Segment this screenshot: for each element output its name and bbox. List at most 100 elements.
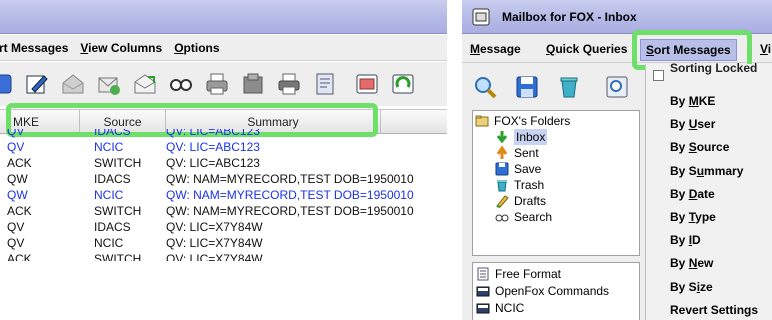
save-icon[interactable]	[514, 74, 540, 100]
folder-trash[interactable]: Trash	[495, 177, 544, 193]
menu-view[interactable]: Vi	[760, 42, 771, 56]
message-table: QV IDACS QV: LIC=ABC123 QV NCIC QV: LIC=ABC12…	[0, 129, 447, 261]
table-row[interactable]: ACK SWITCH QW: NAM=MYRECORD,TEST DOB=19500…	[0, 203, 447, 219]
menu-options[interactable]: Options	[174, 41, 219, 55]
sort-option[interactable]: By ID	[670, 233, 701, 247]
sort-option[interactable]: By Summary	[670, 164, 743, 178]
cell-mke: QW	[7, 172, 28, 186]
cell-source: IDACS	[94, 172, 131, 186]
sort-option[interactable]: By Type	[670, 210, 716, 224]
forms-item[interactable]: OpenFox Commands	[476, 283, 609, 299]
cell-mke: QV	[7, 236, 25, 250]
open-envelope-icon[interactable]	[132, 71, 158, 97]
cell-summary: QW: NAM=MYRECORD,TEST DOB=1950010	[166, 204, 414, 218]
table-row[interactable]: QV IDACS QV: LIC=X7Y84W	[0, 219, 447, 235]
sort-option[interactable]: By User	[670, 117, 715, 131]
compose-icon[interactable]	[24, 71, 50, 97]
forms-item-label: Free Format	[495, 267, 562, 281]
window-title-bar	[0, 0, 447, 34]
folder-search[interactable]: Search	[495, 209, 552, 225]
forward-icon[interactable]	[96, 71, 122, 97]
sort-option[interactable]: By MKE	[670, 94, 715, 108]
search-glasses-icon	[495, 214, 509, 222]
search-icon[interactable]	[472, 74, 498, 100]
cell-summary: QV: LIC=X7Y84W	[166, 220, 263, 234]
cell-summary: QV: LIC=X7Y84W	[166, 252, 263, 261]
menu-item-sorting-locked[interactable]: Sorting Locked	[670, 61, 757, 75]
notes-icon[interactable]	[312, 71, 338, 97]
folder-label: Inbox	[514, 129, 548, 145]
cell-source: SWITCH	[94, 204, 142, 218]
export-icon[interactable]	[240, 71, 266, 97]
table-row[interactable]: ACK SWITCH QV: LIC=ABC123	[0, 155, 447, 171]
cell-mke: QV	[7, 129, 25, 138]
menu-sort-messages[interactable]: rt Messages	[0, 41, 68, 55]
table-row[interactable]: QV NCIC QV: LIC=X7Y84W	[0, 235, 447, 251]
menu-message[interactable]: Message	[470, 42, 521, 56]
sorting-locked-checkbox[interactable]	[653, 70, 664, 81]
table-row[interactable]: QW NCIC QW: NAM=MYRECORD,TEST DOB=1950010	[0, 187, 447, 203]
folder-open-icon	[475, 115, 489, 127]
menu-quick-queries[interactable]: Quick Queries	[546, 42, 627, 56]
menu-bar: rt Messages View Columns Options	[0, 35, 447, 61]
forms-item-label: OpenFox Commands	[495, 284, 610, 298]
refresh-icon[interactable]	[390, 71, 416, 97]
sort-option[interactable]: Revert Settings	[670, 303, 758, 317]
cell-source: NCIC	[94, 188, 124, 202]
reply-icon[interactable]	[60, 71, 86, 97]
find-icon[interactable]	[604, 74, 630, 100]
trash-icon	[497, 180, 507, 192]
mailbox-window: Mailbox for FOX - Inbox Message Quick Qu…	[462, 0, 772, 320]
glasses-icon[interactable]	[168, 71, 194, 97]
open-message-icon[interactable]	[0, 71, 14, 97]
cell-summary: QW: NAM=MYRECORD,TEST DOB=1950010	[166, 188, 414, 202]
cell-source: IDACS	[94, 220, 131, 234]
cell-source: NCIC	[94, 236, 124, 250]
forms-item[interactable]: Free Format	[476, 266, 561, 282]
printer-icon[interactable]	[276, 71, 302, 97]
window-title-bar: Mailbox for FOX - Inbox	[462, 0, 772, 34]
cell-source: IDACS	[94, 129, 131, 138]
forms-item-label: NCIC	[495, 301, 525, 315]
forms-list: Free Format OpenFox Commands NCIC	[472, 262, 640, 320]
folder-label: Drafts	[514, 194, 547, 208]
drafts-pencil-icon	[496, 195, 509, 208]
folder-label: Trash	[514, 178, 545, 192]
folder-inbox[interactable]: Inbox	[495, 129, 548, 145]
sort-option[interactable]: By Date	[670, 187, 715, 201]
cell-mke: ACK	[7, 156, 32, 170]
cell-source: NCIC	[94, 140, 124, 154]
table-row[interactable]: ACK SWITCH QV: LIC=X7Y84W	[0, 251, 447, 261]
sort-option[interactable]: By Source	[670, 140, 729, 154]
cell-summary: QW: NAM=MYRECORD,TEST DOB=1950010	[166, 172, 414, 186]
window-title: Mailbox for FOX - Inbox	[502, 10, 637, 24]
save-disk-icon	[495, 162, 509, 176]
folder-icon	[476, 303, 490, 314]
table-row[interactable]: QW IDACS QW: NAM=MYRECORD,TEST DOB=1950010	[0, 171, 447, 187]
cell-mke: QV	[7, 140, 25, 154]
forms-item[interactable]: NCIC	[476, 300, 524, 316]
print-icon[interactable]	[204, 71, 230, 97]
folder-tree: FOX's Folders Inbox Sent Save Trash Drafts Sea…	[472, 110, 640, 256]
folder-drafts[interactable]: Drafts	[495, 193, 546, 209]
cell-mke: QV	[7, 220, 25, 234]
sort-option[interactable]: By New	[670, 256, 713, 270]
folder-label: Search	[514, 210, 553, 224]
folder-label: FOX's Folders	[494, 114, 571, 128]
inbox-arrow-icon	[496, 131, 508, 144]
folder-save[interactable]: Save	[495, 161, 541, 177]
cell-source: SWITCH	[94, 252, 142, 261]
folder-label: Sent	[514, 146, 539, 160]
cell-source: SWITCH	[94, 156, 142, 170]
trash-icon[interactable]	[556, 74, 582, 100]
cell-mke: ACK	[7, 204, 32, 218]
table-row[interactable]: QV NCIC QV: LIC=ABC123	[0, 139, 447, 155]
folder-fox-s-folders[interactable]: FOX's Folders	[475, 113, 570, 129]
sort-option[interactable]: By Size	[670, 280, 713, 294]
menu-view-columns[interactable]: View Columns	[80, 41, 162, 55]
form-icon	[477, 267, 489, 281]
window-icon[interactable]	[354, 71, 380, 97]
folder-sent[interactable]: Sent	[495, 145, 539, 161]
mailbox-app-icon	[472, 8, 490, 26]
table-row[interactable]: QV IDACS QV: LIC=ABC123	[0, 129, 447, 139]
